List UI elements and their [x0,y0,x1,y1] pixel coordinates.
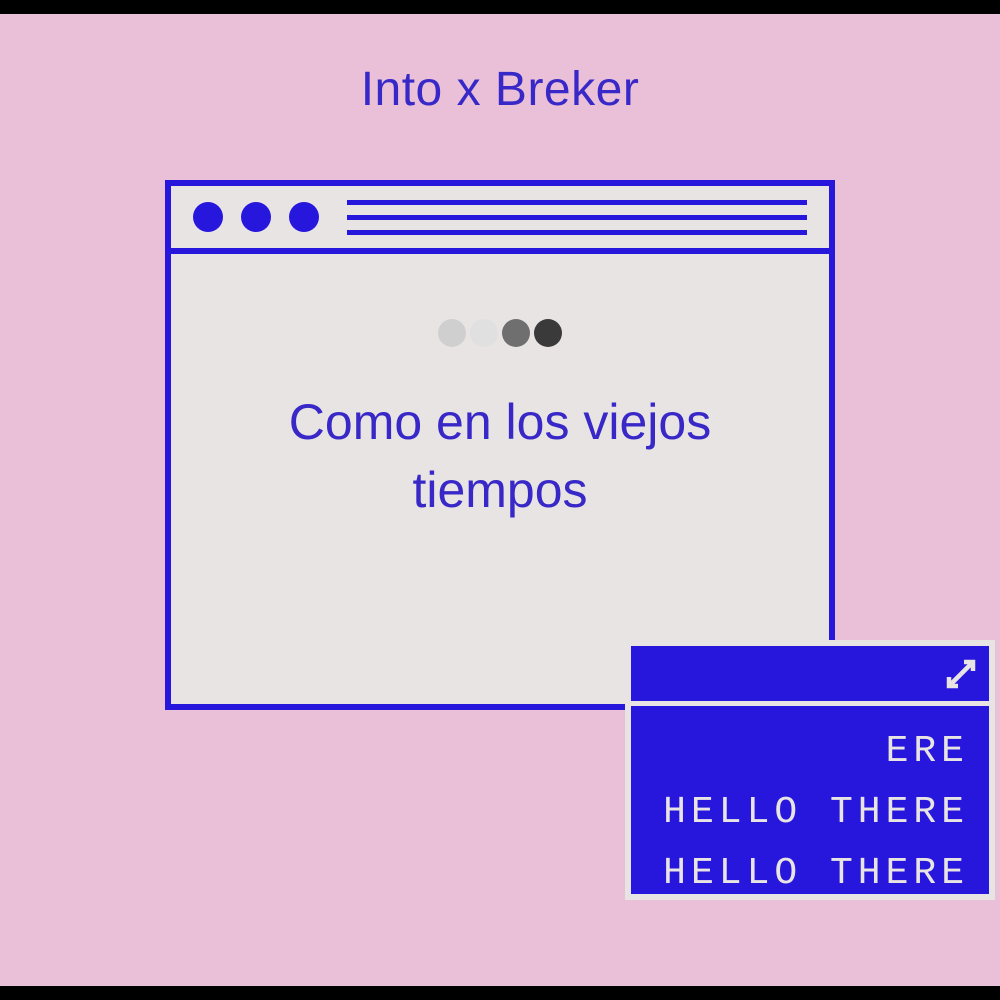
hello-text-line: HELLO THERE [651,791,969,834]
top-black-bar [0,0,1000,14]
window-titlebar [171,186,829,254]
titlebar-dot-icon [241,202,271,232]
secondary-window-body: ERE HELLO THERE HELLO THERE [631,706,989,895]
expand-icon [943,656,979,692]
page-title: Into x Breker [0,62,1000,117]
titlebar-dot-icon [193,202,223,232]
window-body: Como en los viejos tiempos [171,254,829,704]
titlebar-dot-icon [289,202,319,232]
hello-text-line: HELLO THERE [651,852,969,895]
titlebar-lines-icon [347,200,807,235]
secondary-window-header [631,646,989,706]
main-window: Como en los viejos tiempos [165,180,835,710]
main-text: Como en los viejos tiempos [171,389,829,524]
bottom-black-bar [0,986,1000,1000]
hello-text-line: ERE [651,730,969,773]
secondary-window: ERE HELLO THERE HELLO THERE [625,640,995,900]
loading-dots-icon [438,319,562,347]
